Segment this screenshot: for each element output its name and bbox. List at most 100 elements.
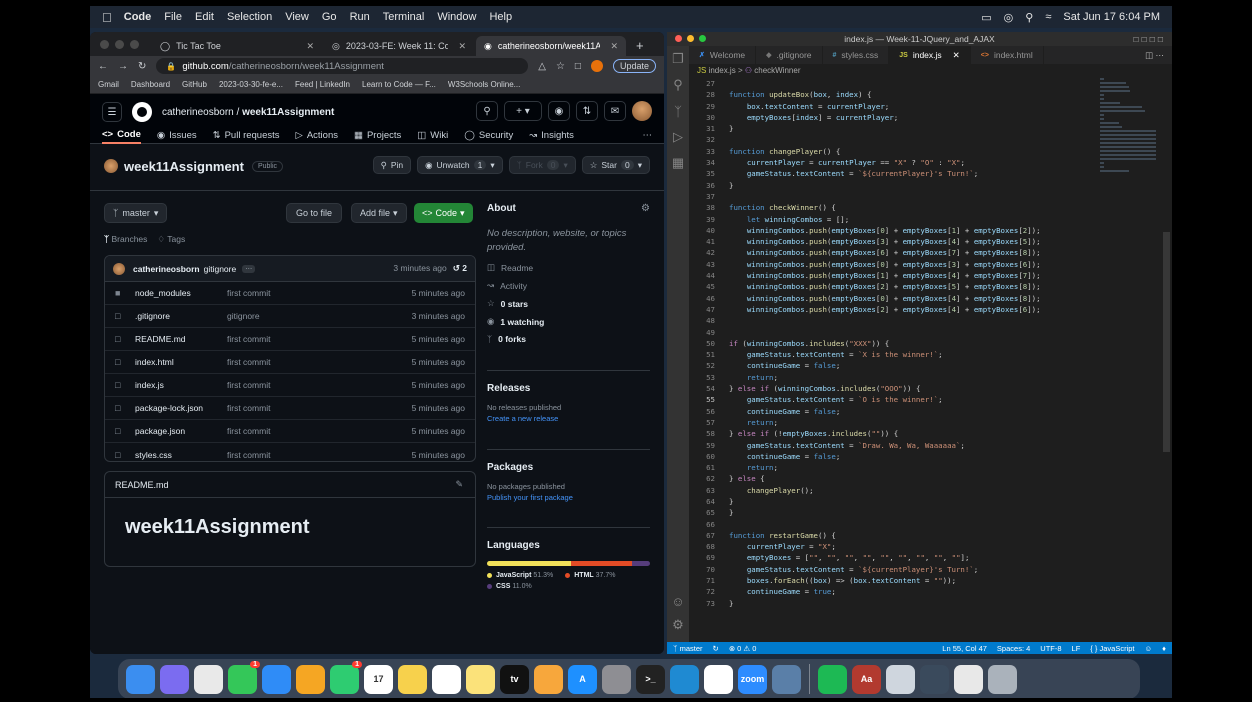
- dock-terminal-icon[interactable]: >_: [636, 664, 665, 694]
- sync-icon[interactable]: ↻: [713, 644, 719, 653]
- spotlight-icon[interactable]: ⚲: [1025, 11, 1033, 24]
- menu-app-name[interactable]: Code: [124, 11, 152, 23]
- search-icon[interactable]: ⚲: [476, 101, 498, 121]
- line-text[interactable]: continueGame = false;: [729, 407, 840, 416]
- line-text[interactable]: } else if (winningCombos.includes("OOO")…: [729, 384, 920, 393]
- file-commit-msg[interactable]: first commit: [227, 380, 270, 390]
- close-tab-icon[interactable]: ✕: [953, 50, 960, 61]
- line-text[interactable]: winningCombos.push(emptyBoxes[0] + empty…: [729, 226, 1041, 235]
- code-line[interactable]: 59 gameStatus.textContent = `Draw. Wa, W…: [689, 440, 1159, 451]
- dock-vscode-icon[interactable]: [670, 664, 699, 694]
- pin-button[interactable]: ⚲ Pin: [372, 156, 412, 174]
- file-commit-msg[interactable]: first commit: [227, 403, 270, 413]
- menu-selection[interactable]: Selection: [227, 11, 272, 23]
- line-text[interactable]: winningCombos.push(emptyBoxes[2] + empty…: [729, 282, 1041, 291]
- code-line[interactable]: 27: [689, 78, 1159, 89]
- file-row[interactable]: □ styles.css first commit 5 minutes ago: [105, 443, 475, 461]
- tab-styles-css[interactable]: # styles.css: [823, 46, 890, 64]
- tab-actions[interactable]: ▷ Actions: [296, 126, 338, 144]
- file-name[interactable]: package.json: [135, 426, 227, 436]
- line-text[interactable]: currentPlayer = "X";: [729, 542, 836, 551]
- line-text[interactable]: function checkWinner() {: [729, 203, 836, 212]
- line-text[interactable]: continueGame = true;: [729, 587, 836, 596]
- reload-icon[interactable]: ↻: [138, 61, 146, 72]
- forks-link[interactable]: ᛉ0 forks: [487, 334, 650, 344]
- code-line[interactable]: 35 gameStatus.textContent = `${currentPl…: [689, 168, 1159, 179]
- minimize-window-icon[interactable]: [687, 35, 694, 42]
- github-logo-icon[interactable]: [132, 102, 152, 122]
- code-line[interactable]: 51 gameStatus.textContent = `X is the wi…: [689, 349, 1159, 360]
- code-line[interactable]: 48: [689, 315, 1159, 326]
- menu-edit[interactable]: Edit: [195, 11, 214, 23]
- language-item[interactable]: CSS 11.0%: [487, 583, 532, 590]
- indentation[interactable]: Spaces: 4: [997, 644, 1030, 653]
- zoom-window-icon[interactable]: [130, 40, 139, 49]
- code-line[interactable]: 46 winningCombos.push(emptyBoxes[0] + em…: [689, 293, 1159, 304]
- back-icon[interactable]: ←: [98, 61, 108, 72]
- line-text[interactable]: box.textContent = currentPlayer;: [729, 102, 889, 111]
- gear-icon[interactable]: ⚙: [641, 203, 650, 214]
- bookmark-dashboard[interactable]: Dashboard: [131, 80, 170, 89]
- code-editor[interactable]: 27 28 function updateBox(box, index) {29 b…: [689, 78, 1159, 642]
- line-text[interactable]: function changePlayer() {: [729, 147, 840, 156]
- issues-icon[interactable]: ◉: [548, 101, 570, 121]
- menu-run[interactable]: Run: [350, 11, 370, 23]
- battery-icon[interactable]: ▭: [981, 11, 991, 24]
- line-text[interactable]: emptyBoxes[index] = currentPlayer;: [729, 113, 898, 122]
- close-tab-icon[interactable]: ✕: [306, 41, 314, 52]
- edit-pencil-icon[interactable]: ✎: [455, 479, 463, 490]
- line-text[interactable]: winningCombos.push(emptyBoxes[0] + empty…: [729, 260, 1041, 269]
- line-text[interactable]: gameStatus.textContent = `O is the winne…: [729, 395, 943, 404]
- code-line[interactable]: 69 emptyBoxes = ["", "", "", "", "", "",…: [689, 552, 1159, 563]
- dock-appstore-icon[interactable]: A: [568, 664, 597, 694]
- code-line[interactable]: 71 boxes.forEach((box) => (box.textConte…: [689, 575, 1159, 586]
- code-line[interactable]: 28 function updateBox(box, index) {: [689, 89, 1159, 100]
- update-button[interactable]: Update: [612, 59, 656, 73]
- layout-icons[interactable]: □□□□: [1133, 32, 1166, 46]
- file-row[interactable]: □ package-lock.json first commit 5 minutes …: [105, 397, 475, 420]
- commit-author[interactable]: catherineosborn: [133, 264, 200, 274]
- tab-security[interactable]: ◯ Security: [464, 126, 513, 144]
- dock-settings-icon[interactable]: [602, 664, 631, 694]
- line-text[interactable]: return;: [729, 418, 778, 427]
- code-line[interactable]: 63 changePlayer();: [689, 485, 1159, 496]
- dock-files-1-icon[interactable]: [886, 664, 915, 694]
- line-ending[interactable]: LF: [1072, 644, 1081, 653]
- code-line[interactable]: 39 let winningCombos = [];: [689, 214, 1159, 225]
- code-line[interactable]: 32: [689, 134, 1159, 145]
- code-line[interactable]: 53 return;: [689, 372, 1159, 383]
- inbox-icon[interactable]: ✉: [604, 101, 626, 121]
- tab-insights[interactable]: ↝ Insights: [529, 126, 574, 144]
- dock-notes-yellow-icon[interactable]: [398, 664, 427, 694]
- code-line[interactable]: 40 winningCombos.push(emptyBoxes[0] + em…: [689, 225, 1159, 236]
- problems-status[interactable]: ⊗ 0 ⚠ 0: [729, 644, 757, 653]
- dock-preview-icon[interactable]: [772, 664, 801, 694]
- publish-package-link[interactable]: Publish your first package: [487, 493, 650, 502]
- close-window-icon[interactable]: [675, 35, 682, 42]
- code-line[interactable]: 58} else if (!emptyBoxes.includes("")) {: [689, 428, 1159, 439]
- bookmark-gmail[interactable]: Gmail: [98, 80, 119, 89]
- line-text[interactable]: winningCombos.push(emptyBoxes[1] + empty…: [729, 271, 1041, 280]
- close-tab-icon[interactable]: ✕: [458, 41, 466, 52]
- bookmark-fe[interactable]: 2023-03-30-fe-e...: [219, 80, 283, 89]
- go-to-file-button[interactable]: Go to file: [286, 203, 343, 223]
- code-line[interactable]: 66: [689, 519, 1159, 530]
- file-name[interactable]: index.js: [135, 380, 227, 390]
- breadcrumb-file[interactable]: index.js: [709, 66, 736, 75]
- dock-files-3-icon[interactable]: [954, 664, 983, 694]
- repo-title[interactable]: week11Assignment: [124, 159, 244, 174]
- dock-chrome-icon[interactable]: [194, 664, 223, 694]
- line-text[interactable]: if (winningCombos.includes("XXX")) {: [729, 339, 889, 348]
- breadcrumb-symbol[interactable]: checkWinner: [754, 66, 800, 75]
- url-input[interactable]: 🔒 github.com/catherineosborn/week11Assig…: [156, 58, 529, 74]
- scrollbar[interactable]: [1163, 232, 1170, 452]
- tab-issues[interactable]: ◉ Issues: [157, 126, 197, 144]
- file-row[interactable]: □ index.js first commit 5 minutes ago: [105, 374, 475, 397]
- code-line[interactable]: 60 continueGame = false;: [689, 451, 1159, 462]
- line-text[interactable]: changePlayer();: [729, 486, 814, 495]
- source-control-icon[interactable]: ᛉ: [667, 98, 689, 124]
- file-commit-msg[interactable]: first commit: [227, 288, 270, 298]
- tags-link[interactable]: ♢ Tags: [157, 234, 185, 245]
- line-text[interactable]: } else {: [729, 474, 765, 483]
- extensions-icon[interactable]: ▦: [667, 150, 689, 176]
